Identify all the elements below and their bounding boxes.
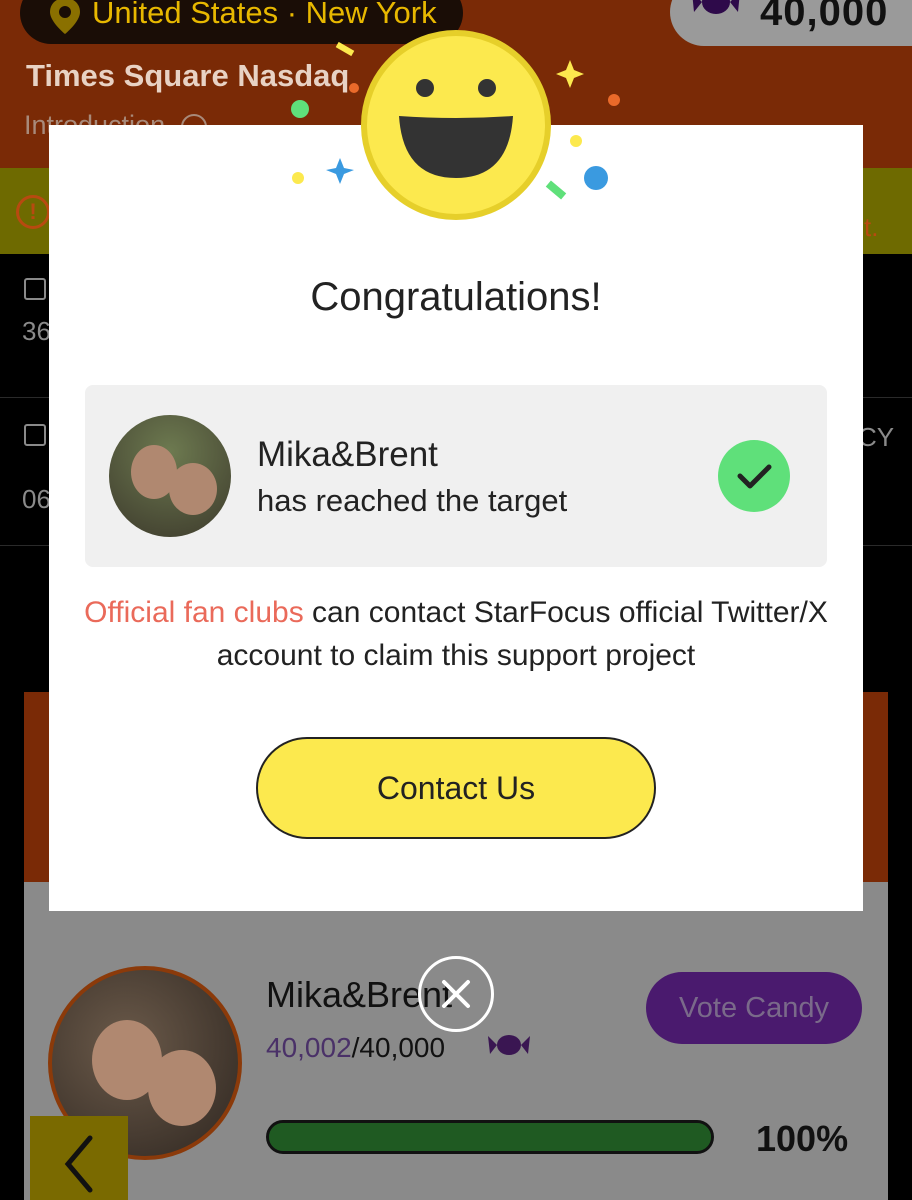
info-value: 06 <box>22 484 51 514</box>
progress-bar <box>266 1120 714 1154</box>
location-pin-icon <box>50 0 80 34</box>
location-text: United States · New York <box>92 0 437 30</box>
candy-icon <box>692 0 740 14</box>
notice-text: t. <box>864 212 879 242</box>
dialog-title: Congratulations! <box>310 275 602 319</box>
smiley-icon <box>361 30 551 220</box>
chevron-left-icon <box>64 1135 93 1193</box>
message-rest: can contact StarFocus official Twitter/X… <box>216 596 828 672</box>
progress-percent: 100% <box>756 1118 849 1159</box>
info-value: 36 <box>22 316 51 346</box>
congratulations-dialog: Congratulations! Mika&Brent has reached … <box>49 125 863 911</box>
warning-icon: ! <box>16 195 50 229</box>
votes-goal: /40,000 <box>351 1032 446 1063</box>
success-check-icon <box>718 440 790 512</box>
contact-us-button[interactable]: Contact Us <box>256 737 656 839</box>
target-reached-box: Mika&Brent has reached the target <box>85 385 827 567</box>
expand-icon <box>24 278 46 300</box>
calendar-icon <box>24 424 46 446</box>
candy-balance[interactable]: 40,000 <box>670 0 912 46</box>
info-tail: CY <box>858 422 895 452</box>
candy-count: 40,000 <box>760 0 889 34</box>
back-button[interactable] <box>30 1116 128 1200</box>
close-dialog-button[interactable] <box>418 956 494 1032</box>
close-icon <box>442 980 470 1008</box>
vote-candy-button[interactable]: Vote Candy <box>646 972 862 1044</box>
progress-fill <box>269 1123 711 1151</box>
target-status: has reached the target <box>257 483 568 518</box>
official-fan-clubs-text: Official fan clubs <box>84 596 304 629</box>
dialog-message: Official fan clubs can contact StarFocus… <box>79 591 833 677</box>
artist-avatar <box>109 415 231 537</box>
votes-current: 40,002 <box>266 1032 352 1063</box>
artist-name: Mika&Brent <box>257 435 438 474</box>
vote-count: 40,002/40,000 <box>266 1032 445 1064</box>
candy-icon <box>488 1035 530 1055</box>
